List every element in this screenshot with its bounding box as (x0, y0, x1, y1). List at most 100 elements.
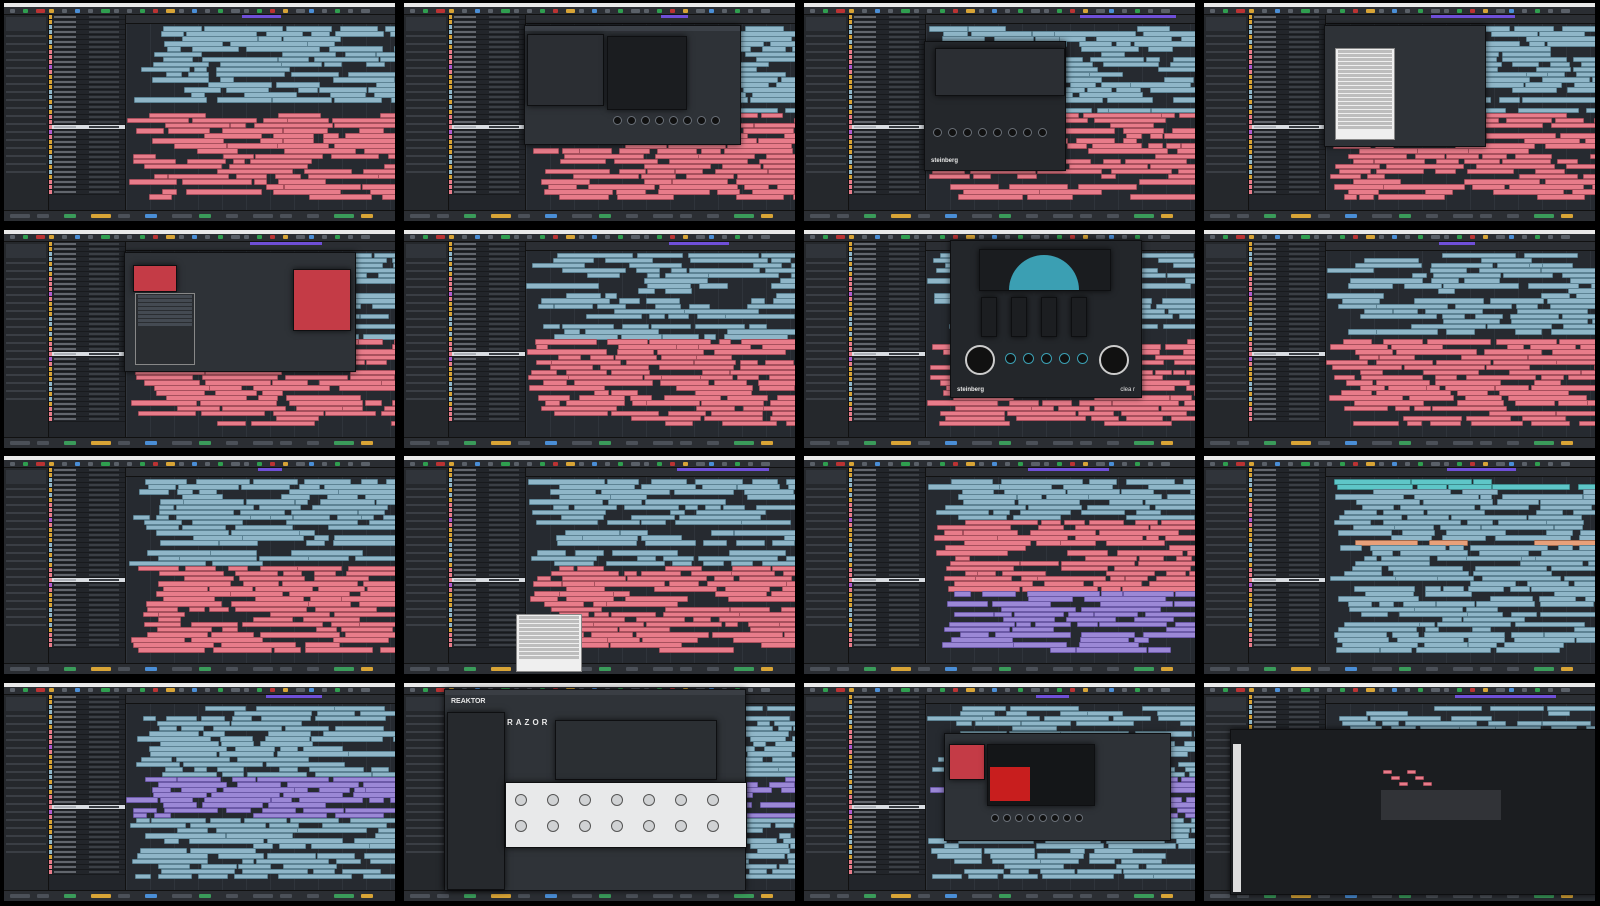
track-buttons[interactable] (89, 268, 119, 270)
inspector-row[interactable] (6, 43, 46, 45)
track-buttons[interactable] (89, 604, 119, 606)
preset-list[interactable] (133, 265, 177, 292)
toolbar-button[interactable] (1496, 462, 1505, 466)
track-buttons[interactable] (889, 644, 919, 646)
track-buttons[interactable] (889, 71, 919, 73)
transport-control[interactable] (118, 894, 130, 898)
toolbar-button[interactable] (901, 462, 910, 466)
event[interactable] (641, 520, 666, 526)
event[interactable] (1336, 647, 1380, 653)
toolbar-button[interactable] (992, 235, 997, 239)
track-buttons[interactable] (1289, 378, 1319, 380)
inspector-row[interactable] (806, 75, 846, 77)
track-buttons[interactable] (889, 253, 919, 255)
transport-control[interactable] (1291, 214, 1311, 218)
toolbar-button[interactable] (823, 462, 828, 466)
toolbar-button[interactable] (361, 235, 370, 239)
track-buttons[interactable] (89, 726, 119, 728)
toolbar-button[interactable] (849, 9, 854, 13)
track-buttons[interactable] (89, 831, 119, 833)
track-buttons[interactable] (489, 36, 519, 38)
inspector-row[interactable] (6, 608, 46, 610)
toolbar-button[interactable] (335, 235, 340, 239)
menu-item[interactable] (1338, 66, 1392, 69)
track-buttons[interactable] (89, 761, 119, 763)
event[interactable] (1148, 647, 1171, 653)
track-buttons[interactable] (1289, 363, 1319, 365)
toolbar-button[interactable] (62, 688, 67, 692)
track-buttons[interactable] (89, 624, 119, 626)
inspector-row[interactable] (406, 835, 446, 837)
toolbar-button[interactable] (1210, 9, 1215, 13)
event[interactable] (298, 87, 318, 93)
cycle-marker[interactable] (258, 468, 282, 471)
track-buttons[interactable] (489, 86, 519, 88)
inspector-row[interactable] (1206, 147, 1246, 149)
track-buttons[interactable] (889, 136, 919, 138)
toolbar-button[interactable] (114, 688, 119, 692)
toolbar-button[interactable] (205, 9, 210, 13)
knob[interactable] (1008, 128, 1017, 137)
toolbar-button[interactable] (1057, 9, 1062, 13)
knob[interactable] (1023, 353, 1034, 364)
inspector-row[interactable] (6, 827, 46, 829)
inspector-row[interactable] (406, 139, 446, 141)
event[interactable] (1101, 174, 1116, 180)
ruler[interactable] (926, 15, 1195, 24)
inspector-row[interactable] (1206, 374, 1246, 376)
event[interactable] (390, 31, 395, 37)
toolbar-button[interactable] (1083, 462, 1088, 466)
track-buttons[interactable] (889, 46, 919, 48)
transport-control[interactable] (226, 894, 238, 898)
track-buttons[interactable] (889, 403, 919, 405)
inspector-row[interactable] (406, 91, 446, 93)
transport-control[interactable] (334, 667, 354, 671)
toolbar-button[interactable] (1161, 462, 1170, 466)
event[interactable] (1061, 566, 1108, 572)
transport-control[interactable] (118, 214, 130, 218)
thumb-04[interactable] (1204, 3, 1595, 221)
track-buttons[interactable] (89, 816, 119, 818)
transport-control[interactable] (599, 214, 611, 218)
event[interactable] (1158, 67, 1195, 73)
track-buttons[interactable] (489, 609, 519, 611)
cycle-marker[interactable] (1439, 242, 1475, 245)
inspector-row[interactable] (406, 83, 446, 85)
track-buttons[interactable] (89, 806, 119, 808)
inspector-row[interactable] (1206, 350, 1246, 352)
inspector-row[interactable] (406, 747, 446, 749)
event[interactable] (226, 808, 251, 814)
knob[interactable] (1038, 128, 1047, 137)
track-buttons[interactable] (1289, 126, 1319, 128)
track-buttons[interactable] (489, 594, 519, 596)
track-buttons[interactable] (489, 479, 519, 481)
toolbar-button[interactable] (309, 9, 314, 13)
track-buttons[interactable] (489, 388, 519, 390)
track-buttons[interactable] (1289, 96, 1319, 98)
track-buttons[interactable] (1289, 469, 1319, 471)
settings-dialog[interactable] (527, 34, 604, 106)
track-buttons[interactable] (89, 368, 119, 370)
inspector-row[interactable] (6, 326, 46, 328)
event[interactable] (378, 174, 395, 180)
plugin-window[interactable] (1324, 25, 1486, 147)
track-buttons[interactable] (489, 303, 519, 305)
transport-control[interactable] (491, 441, 511, 445)
track-buttons[interactable] (1289, 76, 1319, 78)
transport-control[interactable] (945, 441, 957, 445)
menu-item[interactable] (1338, 58, 1392, 61)
inspector-row[interactable] (806, 576, 846, 578)
transport-control[interactable] (253, 441, 273, 445)
cycle-marker[interactable] (1080, 15, 1176, 18)
event[interactable] (358, 339, 382, 345)
event[interactable] (382, 194, 395, 200)
toolbar-button[interactable] (914, 235, 919, 239)
track-buttons[interactable] (1289, 191, 1319, 193)
toolbar-button[interactable] (1044, 462, 1049, 466)
track-buttons[interactable] (489, 338, 519, 340)
event[interactable] (1515, 329, 1541, 335)
transport-control[interactable] (464, 667, 476, 671)
inspector-row[interactable] (806, 326, 846, 328)
event[interactable] (665, 421, 693, 427)
transport-control[interactable] (1534, 667, 1554, 671)
